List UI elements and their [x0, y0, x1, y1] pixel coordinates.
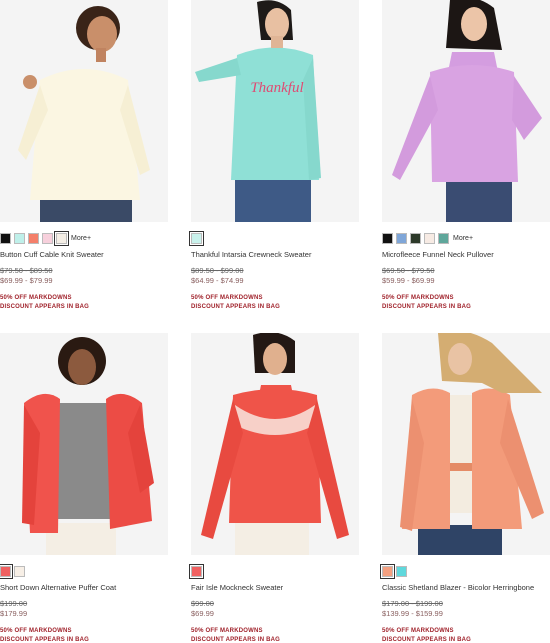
- product-image[interactable]: [0, 0, 168, 222]
- sale-price: $69.99 - $79.99: [0, 276, 53, 285]
- product-card[interactable]: More+ Button Cuff Cable Knit Sweater $79…: [0, 0, 168, 310]
- product-name[interactable]: Fair Isle Mockneck Sweater: [191, 583, 359, 594]
- sale-price: $179.99: [0, 609, 28, 618]
- color-swatches: [189, 231, 359, 246]
- product-name[interactable]: Thankful Intarsia Crewneck Sweater: [191, 250, 359, 261]
- color-swatch-selected[interactable]: [189, 231, 204, 246]
- more-colors-link[interactable]: More+: [453, 235, 473, 242]
- promo-text: 50% OFF MARKDOWNS: [0, 628, 72, 634]
- original-price: $99.00: [191, 599, 214, 608]
- color-swatch-selected[interactable]: [54, 231, 69, 246]
- color-swatch[interactable]: [438, 233, 449, 244]
- color-swatch[interactable]: [396, 233, 407, 244]
- product-card[interactable]: Thankful Thankful Intarsia Crewneck Swea…: [189, 0, 359, 310]
- promo-subtext: DISCOUNT APPEARS IN BAG: [382, 637, 472, 643]
- color-swatch[interactable]: [410, 233, 421, 244]
- promo-subtext: DISCOUNT APPEARS IN BAG: [191, 637, 281, 643]
- original-price: $179.00 - $199.00: [382, 599, 443, 608]
- promo-text: 50% OFF MARKDOWNS: [0, 295, 72, 301]
- promo-subtext: DISCOUNT APPEARS IN BAG: [0, 304, 90, 310]
- product-image[interactable]: [191, 333, 359, 555]
- promo-text: 50% OFF MARKDOWNS: [191, 295, 263, 301]
- promo-subtext: DISCOUNT APPEARS IN BAG: [382, 304, 472, 310]
- original-price: $199.00: [0, 599, 28, 608]
- product-image[interactable]: [382, 333, 550, 555]
- sweater-graphic-text: Thankful: [250, 80, 303, 96]
- sale-price: $69.99: [191, 609, 214, 618]
- original-price: $69.50 - $79.50: [382, 266, 435, 275]
- color-swatch-selected[interactable]: [380, 564, 395, 579]
- sale-price: $59.99 - $69.99: [382, 276, 435, 285]
- more-colors-link[interactable]: More+: [71, 235, 91, 242]
- product-grid: More+ Button Cuff Cable Knit Sweater $79…: [0, 0, 550, 643]
- product-card[interactable]: Classic Shetland Blazer - Bicolor Herrin…: [380, 333, 550, 643]
- product-name[interactable]: Short Down Alternative Puffer Coat: [0, 583, 168, 594]
- product-card[interactable]: More+ Microfleece Funnel Neck Pullover $…: [382, 0, 550, 310]
- color-swatch[interactable]: [28, 233, 39, 244]
- color-swatches: [189, 564, 359, 579]
- sale-price: $139.99 - $159.99: [382, 609, 443, 618]
- product-card[interactable]: Fair Isle Mockneck Sweater $99.00 $69.99…: [189, 333, 359, 643]
- promo-text: 50% OFF MARKDOWNS: [382, 628, 454, 634]
- promo-subtext: DISCOUNT APPEARS IN BAG: [191, 304, 281, 310]
- color-swatch[interactable]: [382, 233, 393, 244]
- promo-text: 50% OFF MARKDOWNS: [191, 628, 263, 634]
- product-image[interactable]: [0, 333, 168, 555]
- color-swatches: [0, 564, 168, 579]
- product-image[interactable]: [382, 0, 550, 222]
- color-swatch-selected[interactable]: [0, 564, 13, 579]
- color-swatch[interactable]: [0, 233, 11, 244]
- color-swatch[interactable]: [396, 566, 407, 577]
- color-swatches: [380, 564, 550, 579]
- color-swatches: More+: [382, 233, 550, 244]
- product-name[interactable]: Button Cuff Cable Knit Sweater: [0, 250, 168, 261]
- promo-subtext: DISCOUNT APPEARS IN BAG: [0, 637, 90, 643]
- product-name[interactable]: Classic Shetland Blazer - Bicolor Herrin…: [382, 583, 550, 594]
- color-swatch-selected[interactable]: [189, 564, 204, 579]
- product-name[interactable]: Microfleece Funnel Neck Pullover: [382, 250, 550, 261]
- sale-price: $64.99 - $74.99: [191, 276, 244, 285]
- original-price: $89.50 - $99.00: [191, 266, 244, 275]
- color-swatch[interactable]: [14, 233, 25, 244]
- promo-text: 50% OFF MARKDOWNS: [382, 295, 454, 301]
- color-swatch[interactable]: [14, 566, 25, 577]
- original-price: $79.50 - $89.50: [0, 266, 53, 275]
- color-swatches: More+: [0, 231, 168, 246]
- color-swatch[interactable]: [42, 233, 53, 244]
- color-swatch[interactable]: [424, 233, 435, 244]
- product-card[interactable]: Short Down Alternative Puffer Coat $199.…: [0, 333, 168, 643]
- product-image[interactable]: Thankful: [191, 0, 359, 222]
